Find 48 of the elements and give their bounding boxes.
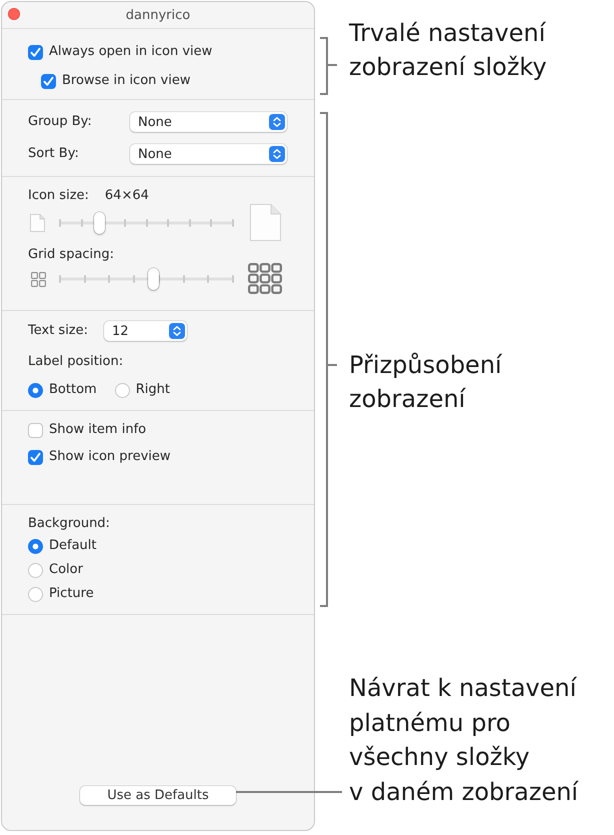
stepper-icon [269,146,285,162]
small-document-icon [30,214,45,232]
radio-label: Color [49,562,83,578]
checkbox[interactable] [28,422,43,438]
defaults-button[interactable]: Use as Defaults [80,786,236,805]
checkbox[interactable] [28,44,43,60]
slider-reading: 64×64 [104,188,149,204]
checkbox-label: Show icon preview [49,449,171,465]
callout-bracket [319,37,338,95]
checkmark-icon [30,46,41,58]
checkmark-icon [30,452,41,462]
radio-button[interactable] [28,562,43,578]
field-label: Sort By: [28,146,80,162]
radio-label: Default [49,538,96,554]
checkmark-icon [43,76,54,86]
callout-text: Návrat k nastavení platnému pro všechny složky v daném zobrazení [349,673,578,808]
stepper-icon [169,323,185,339]
dropdown[interactable]: None [130,144,287,164]
radio-button[interactable] [28,382,43,398]
callout-text: Přizpůsobení zobrazení [349,350,502,416]
slider-label: Grid spacing: [28,247,114,263]
slider-label: Icon size: [28,188,89,204]
checkbox[interactable] [28,450,43,464]
close-button[interactable] [8,8,20,20]
checkbox-label: Browse in icon view [62,73,190,89]
radio-label: Right [136,382,170,398]
field-label: Text size: [28,323,90,339]
small-grid-icon [31,272,46,286]
radio-label: Picture [49,586,94,602]
checkbox-label: Always open in icon view [49,44,212,60]
slider-thumb[interactable] [94,212,106,234]
slider-thumb[interactable] [148,268,159,290]
dropdown[interactable]: None [130,112,287,132]
window-title: dannyrico [126,8,190,22]
group-label: Background: [28,516,110,532]
radio-button[interactable] [114,382,130,398]
radio-button[interactable] [28,538,43,554]
radio-button[interactable] [28,586,43,602]
large-grid-icon [248,263,282,295]
stepper-icon [269,114,285,130]
group-label: Label position: [28,354,124,370]
checkbox-label: Show item info [49,422,146,438]
radio-label: Bottom [49,382,97,398]
large-document-icon [250,204,281,241]
checkbox[interactable] [41,74,56,88]
dropdown[interactable]: 12 [104,321,187,341]
field-label: Group By: [28,114,93,130]
callout-text: Trvalé nastavení zobrazení složky [349,18,547,84]
